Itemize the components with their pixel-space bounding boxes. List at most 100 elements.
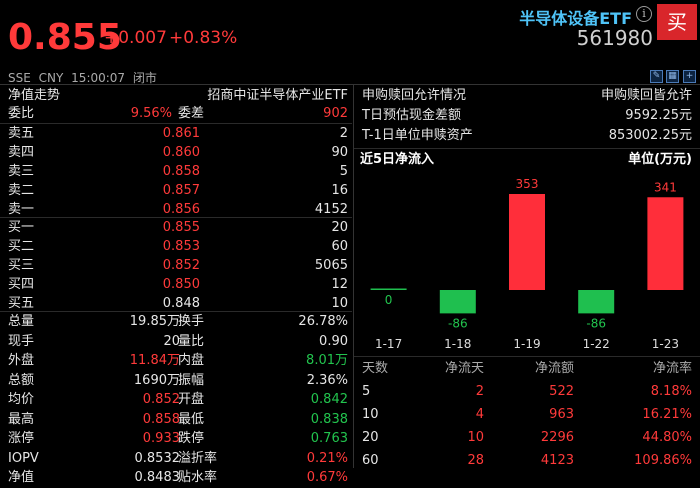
flow-cell: 10 [467, 430, 484, 445]
flow-cell: 20 [362, 430, 379, 445]
flow-cell: 10 [362, 407, 379, 422]
flow-value-label: 0 [385, 293, 393, 307]
divider [354, 356, 700, 357]
ask-volume: 16 [331, 183, 348, 198]
bid-level-label: 买四 [8, 277, 35, 292]
ask-volume: 5 [339, 164, 348, 179]
add-icon[interactable]: + [683, 70, 696, 83]
weicha-label: 委差 [178, 106, 205, 121]
stat-value: 0.8532 [134, 450, 181, 466]
cash-row: T日预估现金差额 9592.25元 [362, 106, 692, 126]
bid-price: 0.855 [162, 220, 200, 235]
stat-value: 0.842 [310, 392, 348, 407]
flow-cell: 44.80% [642, 430, 692, 445]
ask-row[interactable]: 卖三 0.858 5 [8, 162, 348, 182]
bid-level-label: 买五 [8, 296, 35, 311]
stat-row: 现手 20 量比 0.90 [8, 332, 348, 352]
flow-cell: 522 [549, 384, 574, 399]
flow-col-header: 净流额 [534, 361, 574, 376]
asset-row: T-1日单位申赎资产 853002.25元 [362, 126, 692, 146]
bid-row[interactable]: 买二 0.853 60 [8, 237, 348, 257]
stat-value: 0.67% [306, 470, 348, 485]
flow-table-header: 天数 净流天 净流额 净流率 [362, 359, 692, 379]
flow-cell: 16.21% [642, 407, 692, 422]
cash-label: T日预估现金差额 [362, 108, 461, 123]
stat-label: 贴水率 [178, 470, 218, 485]
stat-value: 19.85万 [129, 314, 180, 329]
flow-cell: 4123 [540, 453, 574, 468]
ask-row[interactable]: 卖二 0.857 16 [8, 181, 348, 201]
bid-price: 0.852 [162, 258, 200, 273]
flow-value-label: -86 [586, 316, 606, 330]
flow-bar [647, 197, 684, 290]
info-icon[interactable]: i [636, 6, 652, 22]
flow-date-label: 1-23 [652, 337, 679, 351]
bid-volume: 20 [331, 220, 348, 235]
stat-row: 均价 0.852 开盘 0.842 [8, 390, 348, 410]
flow-unit: 单位(万元) [628, 152, 692, 167]
ask-level-label: 卖一 [8, 202, 35, 217]
stat-row: 外盘 11.84万 内盘 8.01万 [8, 351, 348, 371]
nav-row: 净值走势 招商中证半导体产业ETF [8, 86, 348, 106]
grid-icon[interactable]: ▦ [666, 70, 679, 83]
bid-row[interactable]: 买一 0.855 20 [8, 218, 348, 238]
stat-label: 最高 [8, 411, 35, 427]
subscribe-row: 申购赎回允许情况 申购赎回皆允许 [362, 86, 692, 106]
ask-price: 0.861 [162, 126, 200, 141]
flow-cell: 28 [467, 453, 484, 468]
stat-label: 内盘 [178, 353, 205, 368]
flow-table-row: 60 28 4123 109.86% [362, 451, 692, 471]
stat-label: 量比 [178, 333, 205, 349]
stat-label: IOPV [8, 450, 39, 466]
flow-cell: 2296 [540, 430, 574, 445]
ask-row[interactable]: 卖四 0.860 90 [8, 143, 348, 163]
flow-bar [578, 290, 615, 314]
flow-cell: 8.18% [650, 384, 692, 399]
bid-row[interactable]: 买三 0.852 5065 [8, 256, 348, 276]
stat-label: 最低 [178, 411, 205, 427]
stat-label: 振幅 [178, 372, 205, 388]
stat-value: 0.21% [306, 450, 348, 466]
buy-button[interactable]: 买 [657, 4, 697, 40]
weibi-label: 委比 [8, 106, 35, 121]
stat-row: 涨停 0.933 跌停 0.763 [8, 429, 348, 449]
ask-level-label: 卖五 [8, 126, 35, 141]
ask-level-label: 卖二 [8, 183, 35, 198]
flow-value-label: 353 [516, 177, 539, 191]
stat-value: 11.84万 [129, 353, 180, 368]
flow-header: 近5日净流入 单位(万元) [360, 150, 692, 170]
stat-label: 跌停 [178, 431, 205, 446]
price-change: +0.007 [104, 28, 167, 48]
bid-volume: 12 [331, 277, 348, 292]
edit-icon[interactable]: ✎ [650, 70, 663, 83]
stat-row: 总量 19.85万 换手 26.78% [8, 312, 348, 332]
price-change-pct: +0.83% [169, 28, 238, 48]
flow-bar [370, 288, 407, 290]
stat-value: 8.01万 [306, 353, 348, 368]
ask-row[interactable]: 卖五 0.861 2 [8, 124, 348, 144]
currency: CNY [38, 71, 64, 85]
stat-value: 1690万 [133, 372, 180, 388]
stat-label: 总量 [8, 314, 35, 329]
ask-price: 0.860 [162, 145, 200, 160]
flow-table-row: 20 10 2296 44.80% [362, 428, 692, 448]
bid-row[interactable]: 买四 0.850 12 [8, 275, 348, 295]
stat-label: 开盘 [178, 392, 205, 407]
stat-value: 0.858 [142, 411, 180, 427]
stat-label: 均价 [8, 392, 35, 407]
header-divider [0, 84, 700, 85]
ask-price: 0.858 [162, 164, 200, 179]
ask-volume: 2 [339, 126, 348, 141]
stat-label: 换手 [178, 314, 205, 329]
stat-label: 溢折率 [178, 450, 218, 466]
nav-trend-link[interactable]: 净值走势 [8, 88, 60, 103]
weicha-value: 902 [323, 106, 348, 121]
bid-level-label: 买二 [8, 239, 35, 254]
flow-cell: 60 [362, 453, 379, 468]
weibi-row: 委比 9.56% 委差 902 [8, 104, 348, 124]
stat-label: 涨停 [8, 431, 35, 446]
stat-value: 0.90 [319, 333, 348, 349]
subscribe-label: 申购赎回允许情况 [362, 88, 467, 103]
bid-volume: 5065 [314, 258, 348, 273]
flow-value-label: -86 [448, 316, 468, 330]
